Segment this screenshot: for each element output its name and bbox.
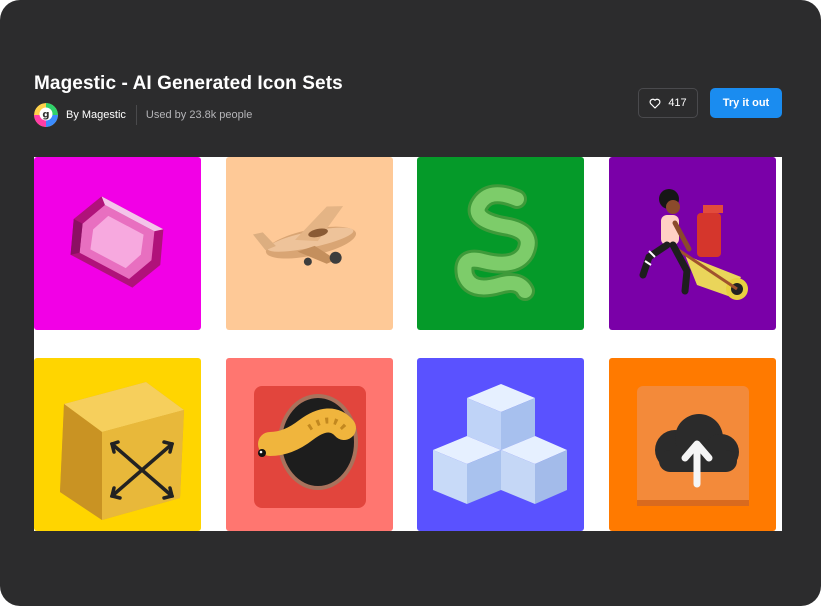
like-count: 417 bbox=[668, 97, 687, 109]
worm-hole-icon bbox=[226, 358, 393, 531]
yellow-box-arrows-icon bbox=[34, 358, 201, 531]
gallery-tile[interactable] bbox=[226, 358, 393, 531]
gallery-tile[interactable] bbox=[609, 358, 776, 531]
author-name[interactable]: By Magestic bbox=[66, 109, 126, 121]
try-it-out-button[interactable]: Try it out bbox=[710, 88, 782, 118]
cloud-upload-icon bbox=[609, 358, 776, 531]
gallery-tile[interactable] bbox=[226, 157, 393, 330]
author-avatar[interactable]: g bbox=[34, 102, 58, 127]
character-pushing-cart-icon bbox=[609, 157, 776, 330]
gallery-tile[interactable] bbox=[609, 157, 776, 330]
page-title: Magestic - AI Generated Icon Sets bbox=[34, 73, 343, 94]
meta-divider bbox=[135, 104, 137, 125]
icon-gallery bbox=[34, 157, 782, 531]
wooden-airplane-icon bbox=[226, 157, 393, 330]
svg-text:g: g bbox=[42, 109, 49, 120]
usage-count: Used by 23.8k people bbox=[145, 108, 253, 121]
gallery-tile[interactable] bbox=[34, 358, 201, 531]
glass-cubes-icon bbox=[417, 358, 584, 531]
heart-icon bbox=[649, 98, 661, 109]
gallery-tile[interactable] bbox=[34, 157, 201, 330]
author-meta: g By Magestic Used by 23.8k people bbox=[34, 102, 252, 127]
gallery-tile[interactable] bbox=[417, 157, 584, 330]
icon-set-card: Magestic - AI Generated Icon Sets g By M… bbox=[0, 0, 821, 606]
green-squiggle-icon bbox=[417, 157, 584, 330]
pink-gem-icon bbox=[34, 157, 201, 330]
like-button[interactable]: 417 bbox=[638, 88, 698, 118]
gallery-tile[interactable] bbox=[417, 358, 584, 531]
